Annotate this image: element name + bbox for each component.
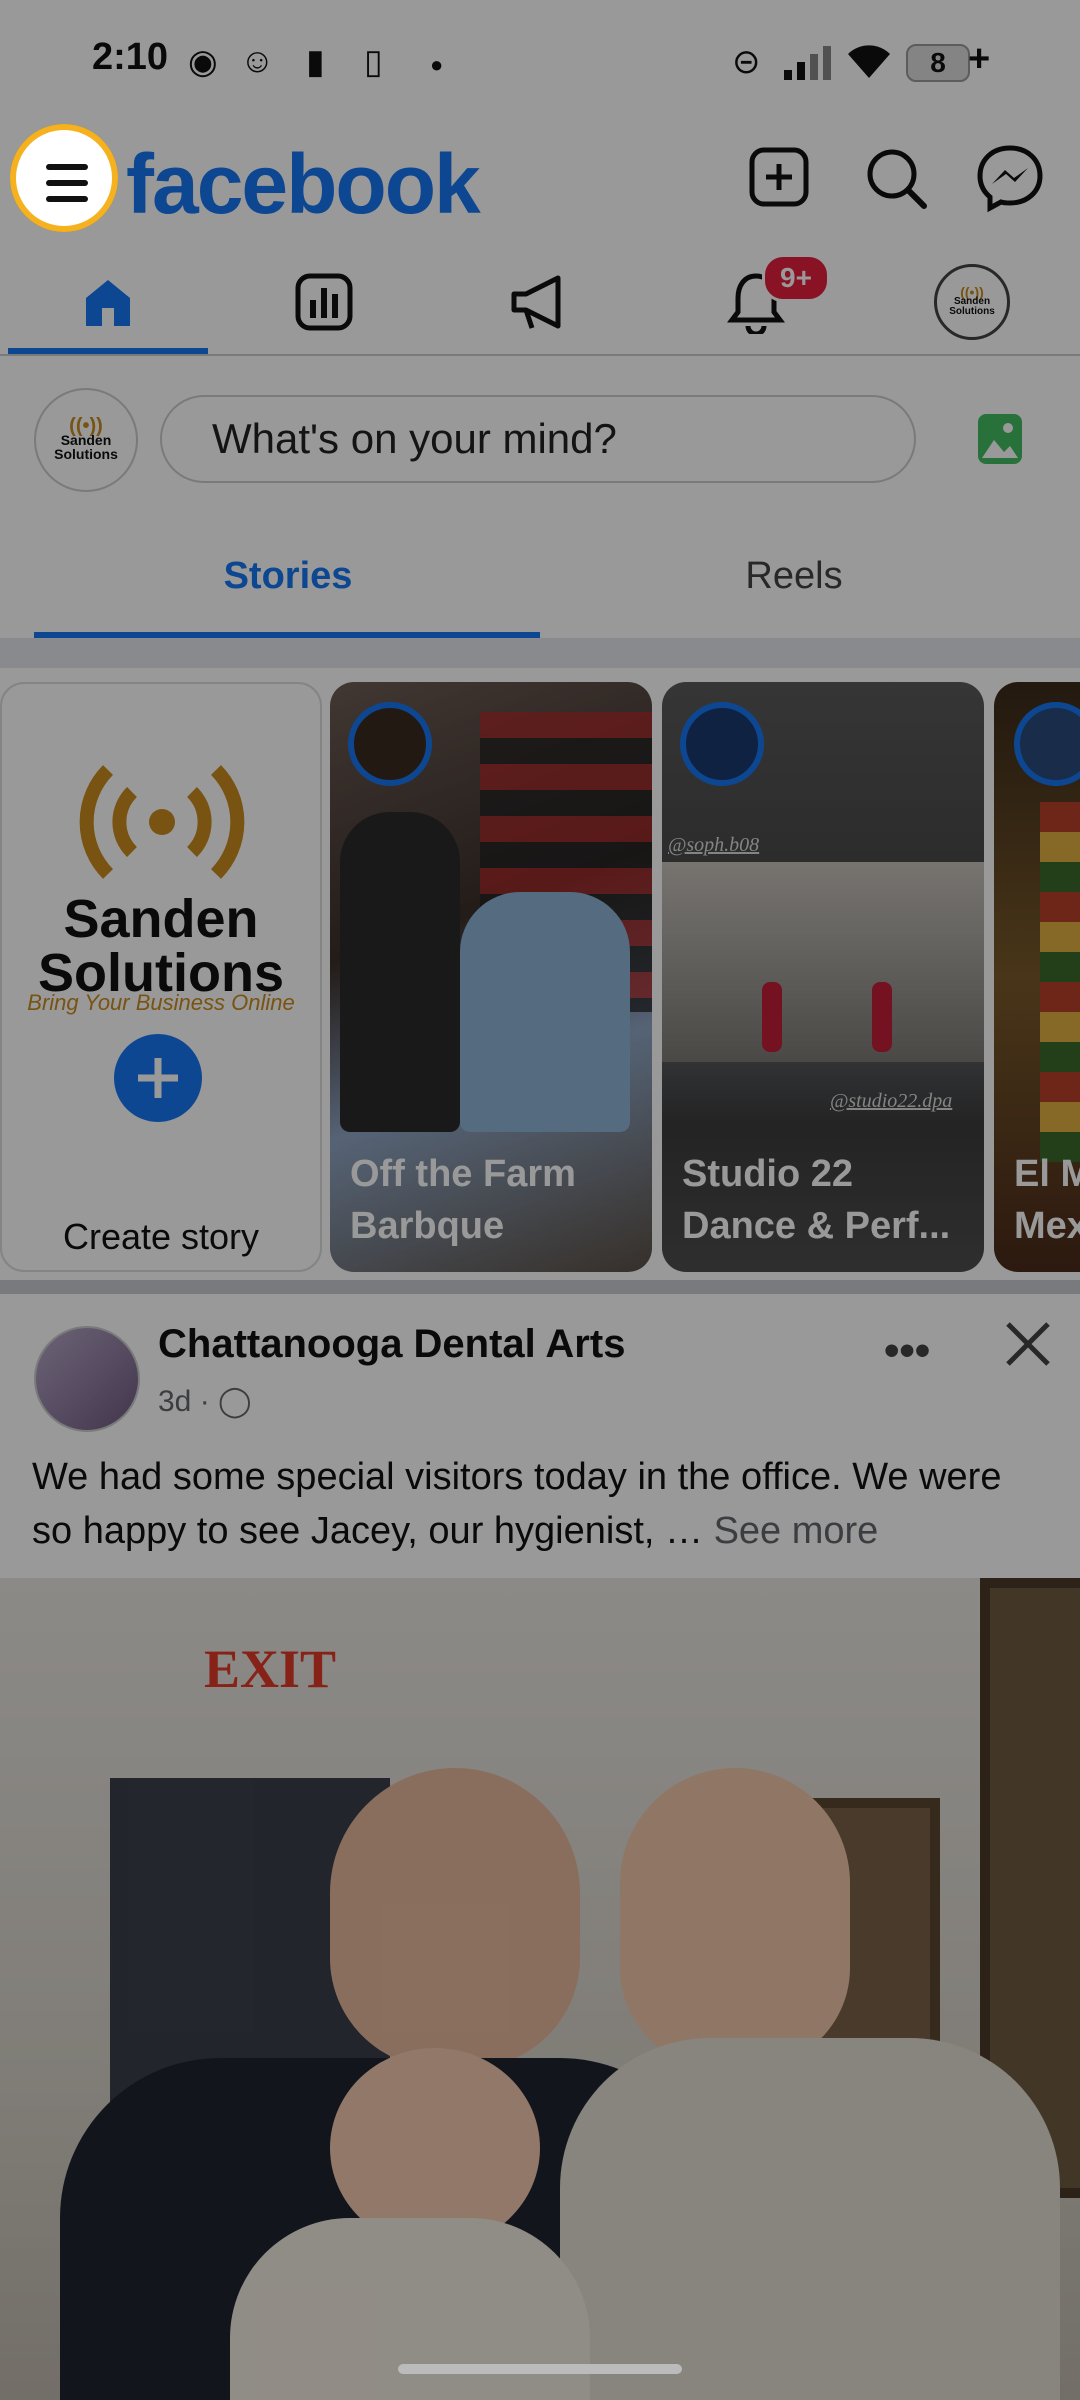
messenger-button[interactable] xyxy=(972,140,1048,216)
search-button[interactable] xyxy=(858,140,934,216)
post-photo[interactable]: EXIT xyxy=(0,1578,1080,2400)
story-label-line1: Off the Farm xyxy=(350,1153,576,1195)
create-story-label: Create story xyxy=(62,1216,260,1257)
story-label: Studio 22 Dance & Perf... xyxy=(682,1148,950,1252)
post-time: 3d xyxy=(158,1385,192,1418)
nav-ads[interactable] xyxy=(460,250,620,354)
story-avatar xyxy=(348,702,432,786)
story-avatar xyxy=(680,702,764,786)
nav-profile[interactable]: ((•)) Sanden Solutions xyxy=(892,250,1052,354)
composer-input[interactable]: What's on your mind? xyxy=(160,395,916,483)
menu-icon-bar xyxy=(46,196,88,202)
exit-sign: EXIT xyxy=(204,1639,337,1699)
avatar: ((•)) Sanden Solutions xyxy=(934,264,1010,340)
plus-icon xyxy=(138,1058,178,1098)
menu-button-highlight[interactable] xyxy=(10,124,118,232)
add-story-button[interactable] xyxy=(108,1028,208,1128)
main-nav: ((•)) Sanden Solutions xyxy=(0,250,1080,356)
post-meta: 3d · ◯ xyxy=(158,1384,252,1419)
tab-stories[interactable]: Stories xyxy=(38,555,538,598)
nav-insights[interactable] xyxy=(244,250,404,354)
avatar-line2: Solutions xyxy=(54,446,118,462)
status-bar: 2:10 ◉ ☺ ▮ ▯ ● ⊝ 8 + xyxy=(0,0,1080,120)
create-button[interactable] xyxy=(742,140,818,216)
signal-icon xyxy=(784,46,832,85)
see-more-link[interactable]: See more xyxy=(714,1510,879,1552)
person-image xyxy=(460,892,630,1132)
story-handle: @soph.b08 xyxy=(668,834,760,856)
bar-chart-icon xyxy=(295,273,353,331)
dance-studio-image xyxy=(662,862,984,1062)
brand-line1: Sanden xyxy=(63,889,259,949)
battery-icon: 8 xyxy=(906,44,970,82)
story-handle: @studio22.dpa xyxy=(830,1090,953,1112)
close-button[interactable] xyxy=(1002,1318,1054,1375)
story-label-line2: Barbque xyxy=(350,1205,505,1247)
story-label: Off the Farm Barbque xyxy=(350,1148,576,1252)
broadcast-logo-icon xyxy=(72,756,252,891)
notification-badge: 9+ xyxy=(762,254,830,302)
broadcast-icon: ((•)) xyxy=(69,415,103,437)
section-divider xyxy=(0,638,1080,668)
nav-home[interactable] xyxy=(28,250,188,354)
megaphone-icon xyxy=(511,275,561,329)
dot-icon: ● xyxy=(430,52,444,77)
more-options-button[interactable]: ••• xyxy=(884,1326,930,1376)
dancer-image xyxy=(762,982,782,1052)
charging-plus-icon: + xyxy=(968,38,991,80)
section-divider xyxy=(0,1280,1080,1294)
story-avatar xyxy=(1014,702,1080,786)
plus-square-icon xyxy=(749,147,809,207)
battery-charge-icon: ▯ xyxy=(364,43,383,81)
story-label-line1: Studio 22 xyxy=(682,1153,854,1195)
do-not-disturb-icon: ⊝ xyxy=(732,43,761,81)
person-face xyxy=(620,1768,850,2068)
photo-icon[interactable] xyxy=(978,414,1022,464)
nav-active-indicator xyxy=(8,348,208,354)
story-label-line1: El M xyxy=(1014,1153,1080,1195)
composer-avatar[interactable]: ((•)) Sanden Solutions xyxy=(34,388,138,492)
menu-icon xyxy=(46,164,88,170)
person-face xyxy=(330,1768,580,2068)
tab-reels[interactable]: Reels xyxy=(544,555,1044,598)
story-card[interactable]: @soph.b08 @studio22.dpa Studio 22 Dance … xyxy=(662,682,984,1272)
globe-icon: ◯ xyxy=(218,1385,252,1418)
separator: · xyxy=(199,1385,219,1418)
messenger-icon xyxy=(977,145,1043,213)
story-card[interactable]: Off the Farm Barbque xyxy=(330,682,652,1272)
post-author[interactable]: Chattanooga Dental Arts xyxy=(158,1322,625,1367)
dancer-image xyxy=(872,982,892,1052)
search-icon xyxy=(867,149,927,209)
story-label-line2: Mex xyxy=(1014,1205,1080,1247)
person-image xyxy=(340,812,460,1132)
brand-tagline: Bring Your Business Online xyxy=(27,990,295,1015)
battery-saver-icon: ▮ xyxy=(306,43,325,81)
menu-image xyxy=(1040,802,1080,1162)
menu-icon-bar xyxy=(46,180,88,186)
home-icon xyxy=(86,280,130,326)
people-icon: ☺ xyxy=(240,42,275,80)
avatar-line1: Sanden xyxy=(60,432,112,448)
avatar-line2: Solutions xyxy=(949,306,995,317)
story-card[interactable]: El M Mex xyxy=(994,682,1080,1272)
person-body xyxy=(560,2038,1060,2400)
brand-name: Sanden Solutions xyxy=(2,892,320,1000)
facebook-logo: facebook xyxy=(126,137,481,231)
chat-bubble-icon: ◉ xyxy=(188,43,218,81)
status-time: 2:10 xyxy=(92,36,169,78)
story-label: El M Mex xyxy=(1014,1148,1080,1252)
wifi-icon xyxy=(846,44,892,85)
create-story-card[interactable]: Sanden Solutions Bring Your Business Onl… xyxy=(0,682,322,1272)
post-text: We had some special visitors today in th… xyxy=(32,1450,1052,1558)
home-indicator[interactable] xyxy=(398,2364,682,2374)
post-avatar[interactable] xyxy=(34,1326,140,1432)
close-icon xyxy=(1006,1322,1050,1366)
story-label-line2: Dance & Perf... xyxy=(682,1205,951,1247)
